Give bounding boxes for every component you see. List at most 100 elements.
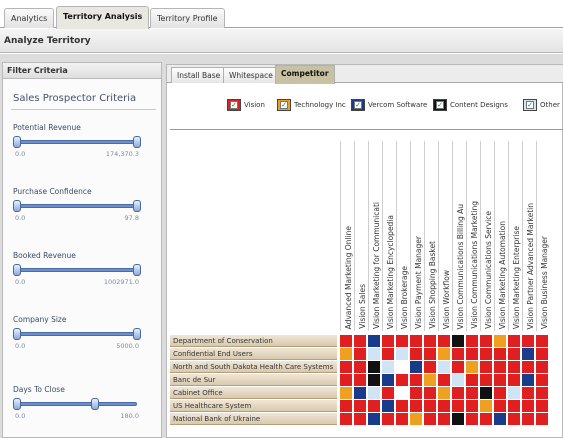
matrix-cell[interactable] — [466, 335, 479, 347]
matrix-cell[interactable] — [494, 348, 507, 360]
matrix-cell[interactable] — [494, 335, 507, 347]
matrix-cell[interactable] — [382, 348, 395, 360]
matrix-cell[interactable] — [354, 348, 367, 360]
tab-territory-profile[interactable]: Territory Profile — [150, 8, 225, 28]
matrix-cell[interactable] — [340, 361, 353, 373]
range-slider[interactable] — [13, 398, 141, 410]
tab-territory-analysis[interactable]: Territory Analysis — [56, 6, 150, 29]
matrix-cell[interactable] — [354, 400, 367, 412]
matrix-cell[interactable] — [424, 400, 437, 412]
matrix-cell[interactable] — [424, 413, 437, 425]
matrix-cell[interactable] — [452, 374, 465, 386]
matrix-cell[interactable] — [522, 335, 535, 347]
matrix-cell[interactable] — [340, 387, 353, 399]
matrix-cell[interactable] — [522, 413, 535, 425]
checkbox-checked-icon[interactable]: ✓ — [436, 101, 444, 109]
matrix-cell[interactable] — [480, 335, 493, 347]
table-row[interactable]: Confidential End Users — [170, 348, 563, 361]
matrix-cell[interactable] — [438, 387, 451, 399]
matrix-cell[interactable] — [396, 400, 409, 412]
matrix-cell[interactable] — [466, 348, 479, 360]
matrix-cell[interactable] — [508, 361, 521, 373]
matrix-cell[interactable] — [452, 400, 465, 412]
range-slider[interactable] — [13, 328, 141, 340]
matrix-cell[interactable] — [396, 374, 409, 386]
slider-max-handle[interactable] — [91, 398, 99, 410]
matrix-cell[interactable] — [494, 413, 507, 425]
matrix-cell[interactable] — [466, 413, 479, 425]
matrix-cell[interactable] — [424, 374, 437, 386]
matrix-cell[interactable] — [424, 387, 437, 399]
matrix-cell[interactable] — [410, 413, 423, 425]
matrix-cell[interactable] — [536, 335, 549, 347]
tab-competitor[interactable]: Competitor — [275, 65, 335, 84]
matrix-cell[interactable] — [382, 361, 395, 373]
matrix-cell[interactable] — [382, 335, 395, 347]
table-row[interactable]: North and South Dakota Health Care Syste… — [170, 361, 563, 374]
matrix-cell[interactable] — [396, 387, 409, 399]
matrix-cell[interactable] — [536, 400, 549, 412]
matrix-cell[interactable] — [494, 374, 507, 386]
matrix-cell[interactable] — [522, 400, 535, 412]
matrix-cell[interactable] — [438, 413, 451, 425]
table-row[interactable]: Cabinet Office — [170, 387, 563, 400]
matrix-cell[interactable] — [508, 348, 521, 360]
range-slider[interactable] — [13, 136, 141, 148]
matrix-cell[interactable] — [424, 335, 437, 347]
matrix-cell[interactable] — [480, 400, 493, 412]
matrix-cell[interactable] — [410, 335, 423, 347]
table-row[interactable]: Department of Conservation — [170, 335, 563, 348]
matrix-cell[interactable] — [410, 387, 423, 399]
matrix-cell[interactable] — [354, 374, 367, 386]
matrix-cell[interactable] — [438, 374, 451, 386]
matrix-cell[interactable] — [424, 348, 437, 360]
matrix-cell[interactable] — [508, 400, 521, 412]
matrix-cell[interactable] — [522, 387, 535, 399]
matrix-cell[interactable] — [354, 387, 367, 399]
slider-max-handle[interactable] — [133, 200, 141, 212]
matrix-cell[interactable] — [438, 400, 451, 412]
slider-min-handle[interactable] — [13, 200, 21, 212]
matrix-cell[interactable] — [536, 413, 549, 425]
slider-min-handle[interactable] — [13, 264, 21, 276]
matrix-cell[interactable] — [452, 348, 465, 360]
slider-max-handle[interactable] — [133, 328, 141, 340]
matrix-cell[interactable] — [536, 374, 549, 386]
matrix-cell[interactable] — [508, 374, 521, 386]
matrix-cell[interactable] — [536, 348, 549, 360]
matrix-cell[interactable] — [536, 361, 549, 373]
matrix-cell[interactable] — [368, 361, 381, 373]
matrix-cell[interactable] — [410, 400, 423, 412]
matrix-cell[interactable] — [424, 361, 437, 373]
matrix-cell[interactable] — [410, 348, 423, 360]
matrix-cell[interactable] — [340, 374, 353, 386]
checkbox-checked-icon[interactable]: ✓ — [354, 101, 362, 109]
table-row[interactable]: Banc de Sur — [170, 374, 563, 387]
matrix-cell[interactable] — [438, 348, 451, 360]
matrix-cell[interactable] — [452, 335, 465, 347]
matrix-cell[interactable] — [438, 361, 451, 373]
matrix-cell[interactable] — [452, 361, 465, 373]
matrix-cell[interactable] — [466, 361, 479, 373]
range-slider[interactable] — [13, 200, 141, 212]
matrix-cell[interactable] — [354, 335, 367, 347]
slider-min-handle[interactable] — [13, 398, 21, 410]
slider-max-handle[interactable] — [133, 136, 141, 148]
matrix-cell[interactable] — [480, 374, 493, 386]
table-row[interactable]: National Bank of Ukraine — [170, 413, 563, 426]
matrix-cell[interactable] — [368, 374, 381, 386]
matrix-cell[interactable] — [340, 348, 353, 360]
matrix-cell[interactable] — [438, 335, 451, 347]
table-row[interactable]: US Healthcare System — [170, 400, 563, 413]
matrix-cell[interactable] — [494, 387, 507, 399]
matrix-cell[interactable] — [410, 374, 423, 386]
matrix-cell[interactable] — [466, 400, 479, 412]
matrix-cell[interactable] — [480, 361, 493, 373]
matrix-cell[interactable] — [466, 374, 479, 386]
matrix-cell[interactable] — [452, 413, 465, 425]
matrix-cell[interactable] — [396, 361, 409, 373]
matrix-cell[interactable] — [382, 400, 395, 412]
matrix-cell[interactable] — [396, 348, 409, 360]
matrix-cell[interactable] — [340, 335, 353, 347]
matrix-cell[interactable] — [480, 413, 493, 425]
